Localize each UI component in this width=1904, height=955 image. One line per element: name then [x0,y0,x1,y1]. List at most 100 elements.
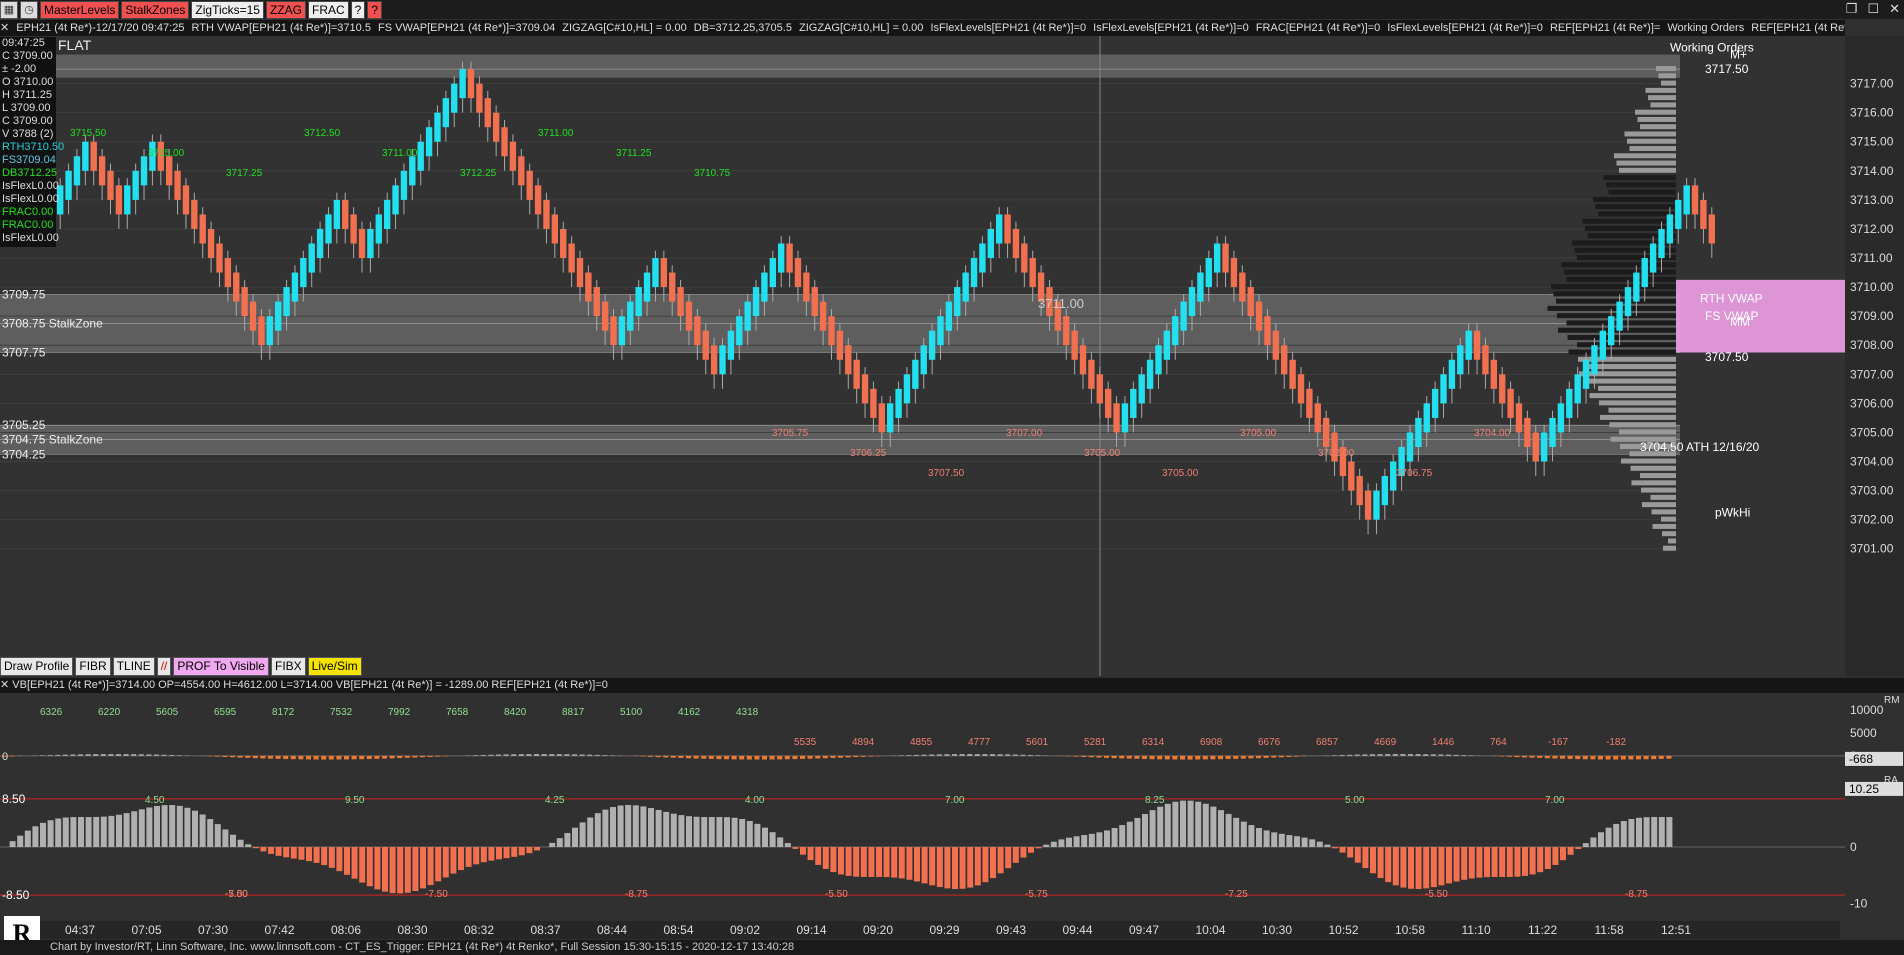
line-icon[interactable]: // [156,657,172,676]
prof-to-visible-button[interactable]: PROF To Visible [173,657,269,676]
renko-brick [811,287,818,317]
renko-brick [518,156,525,186]
vb-bar [275,755,281,759]
vb-label: -182 [1606,737,1626,748]
legend-item[interactable]: REF[EPH21 (4t Re*)]= [1550,22,1660,34]
renko-brick [962,272,969,302]
ref-bar [154,805,160,847]
ref-panel[interactable]: 4.50 9.50 4.25 4.00 7.00 8.25 5.00 7.00-7.00 -7.… [0,773,1904,921]
renko-brick [1431,388,1439,418]
renko-brick [937,316,944,346]
ref-bar [1605,827,1612,847]
vb-bar [290,755,296,760]
vb-label: 4894 [852,737,875,748]
ref-bar [290,847,297,859]
profile-bar [1641,487,1676,493]
vb-bar [1400,754,1406,756]
renko-brick [752,287,760,317]
vb-bar [1552,755,1558,759]
legend-item[interactable]: IsFlexLevels[EPH21 (4t Re*)]=0 [1093,22,1249,34]
vb-bar [161,754,167,756]
draw-profile-button[interactable]: Draw Profile [0,657,74,676]
legend-item[interactable]: ZIGZAG[C#10,HL] = 0.00 [799,22,923,34]
renko-brick [652,258,659,288]
legend-item[interactable]: Working Orders [1667,22,1744,34]
vb-bar [1392,754,1398,756]
vb-bar [55,754,61,756]
legend-item[interactable]: IsFlexLevels[EPH21 (4t Re*)]=0 [1387,22,1543,34]
ref-bar [1187,800,1194,847]
price-tick: 3701.00 [1850,542,1894,556]
renko-brick [819,301,827,331]
ref-bar [1028,847,1034,853]
fibx-button[interactable]: FIBX [270,657,306,676]
renko-brick [778,243,785,273]
vb-bar [252,755,258,759]
help-button[interactable]: ? [350,0,366,19]
masterlevels-button[interactable]: MasterLevels [40,0,120,19]
sub-legend-close-icon[interactable]: ✕ [0,679,12,691]
vb-label: 6314 [1142,737,1165,748]
legend-item[interactable]: EPH21 (4t Re*)-12/17/20 09:47:25 [16,22,184,34]
stalkzones-button[interactable]: StalkZones [121,0,190,19]
price-tick: 3708.00 [1850,338,1894,352]
legend-item[interactable]: FRAC[EPH21 (4t Re*)]=0 [1256,22,1380,34]
renko-brick [82,141,89,171]
legend-item[interactable]: REF[EPH21 (4t Re*)]= [1751,22,1845,34]
restore-icon[interactable]: ❐ [1846,1,1858,17]
profile-bar [1598,211,1676,217]
price-tick: 3714.00 [1850,164,1894,178]
renko-brick [266,316,273,346]
ref-bar [746,820,753,847]
ref-bar [1491,847,1498,877]
renko-brick [1281,345,1288,375]
vb-bar [427,755,433,757]
close-icon[interactable]: ✕ [1889,1,1900,17]
live-sim-dropdown[interactable]: Live/Sim [307,657,362,676]
renko-brick [333,199,341,229]
vb-bar [1225,755,1231,760]
legend-item[interactable]: IsFlexLevels[EPH21 (4t Re*)]=0 [930,22,1086,34]
vb-bar [1020,754,1026,756]
zzag-button[interactable]: ZZAG [265,0,306,19]
ref-bar [860,847,867,877]
ref-bar [1316,841,1323,847]
vb-bar [579,754,585,756]
price-chart[interactable]: 3709.753708.75 StalkZone3707.753705.2537… [0,36,1904,676]
vb-bar [1620,755,1626,760]
legend-item[interactable]: RTH VWAP[EPH21 (4t Re*)]=3710.5 [192,22,371,34]
fibr-button[interactable]: FIBR [75,657,111,676]
ref-bar [496,847,502,860]
vb-bar [1666,755,1672,759]
renko-brick [224,258,232,288]
legend-close-icon[interactable]: ✕ [0,22,9,34]
legend-item[interactable]: DB=3712.25,3705.5 [694,22,792,34]
alert-button[interactable]: ? [367,0,383,19]
renko-brick [350,214,357,244]
clock-icon[interactable]: ◷ [20,0,38,19]
ref-bar [1643,817,1650,847]
vb-bar [556,754,562,756]
maximize-icon[interactable]: ☐ [1867,1,1879,17]
ref-bar [138,809,145,847]
legend-item[interactable]: FS VWAP[EPH21 (4t Re*)]=3709.04 [378,22,555,34]
zigticks-button[interactable]: ZigTicks=15 [191,0,264,19]
vb-bar [116,754,121,756]
price-tick: 3702.00 [1850,513,1894,527]
ref-bar [1415,847,1422,890]
tline-button[interactable]: TLINE [112,657,155,676]
vb-bar [716,755,722,760]
chart-icon[interactable]: ▦ [0,0,18,19]
ref-bar [921,847,928,884]
renko-brick [845,345,852,375]
time-tick: 10:52 [1329,923,1359,937]
vb-label: 5605 [156,707,179,718]
flat-label: FLAT [58,37,92,53]
frac-button[interactable]: FRAC [307,0,349,19]
vb-bar [663,755,669,758]
vb-panel[interactable]: 6326 6220 5605 6595 8172 7532 7992 7658 8420 8817… [0,693,1904,773]
profile-bar [1567,334,1676,340]
time-tick: 12:51 [1661,923,1691,937]
bar-info-box: 09:47:25 C 3709.00 ± -2.00 O 3710.00 H 3… [0,37,64,247]
legend-item[interactable]: ZIGZAG[C#10,HL] = 0.00 [562,22,686,34]
